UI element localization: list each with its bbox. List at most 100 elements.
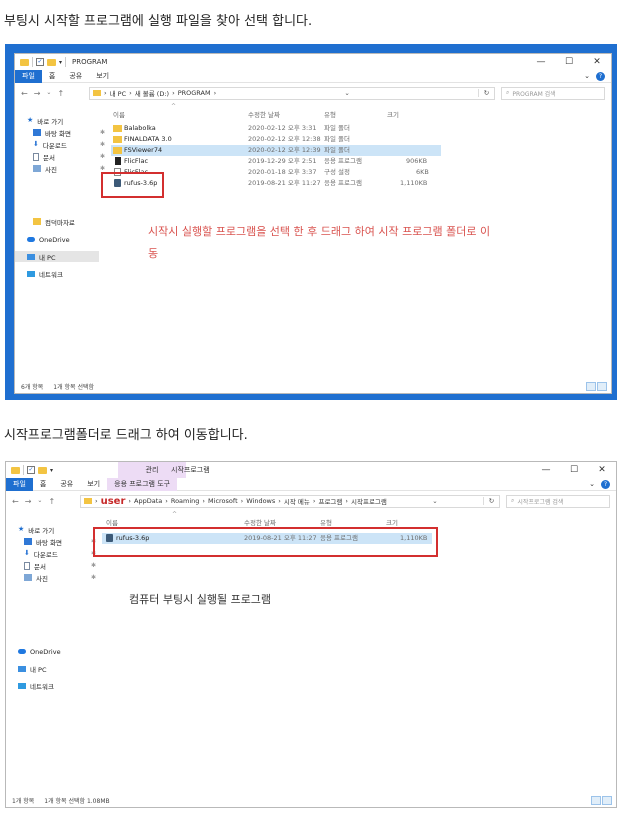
new-folder-icon[interactable]	[47, 58, 56, 66]
breadcrumb-item[interactable]: 내 PC	[110, 88, 127, 98]
file-row[interactable]: FINALDATA 3.0 2020-02-12 오후 12:38 파일 폴더	[111, 134, 441, 145]
back-arrow-icon[interactable]: ←	[21, 89, 28, 98]
maximize-button[interactable]: ☐	[555, 54, 583, 70]
breadcrumb-item[interactable]: AppData	[134, 497, 162, 505]
column-header-name[interactable]: 이름	[113, 109, 125, 120]
customize-arrow-icon[interactable]: ▾	[59, 59, 62, 66]
star-icon: ★	[27, 116, 34, 124]
large-icons-view-icon[interactable]	[597, 382, 607, 391]
properties-icon[interactable]: ✓	[27, 466, 35, 474]
folder-icon	[113, 147, 122, 154]
divider	[32, 57, 33, 67]
tab-file[interactable]: 파일	[15, 69, 42, 83]
breadcrumb-item[interactable]: PROGRAM	[178, 89, 211, 97]
breadcrumb-item[interactable]: Windows	[246, 497, 275, 505]
file-size: 6KB	[416, 168, 429, 176]
search-input[interactable]: ⌕ 시작프로그램 검색	[506, 494, 610, 508]
forward-arrow-icon[interactable]: →	[34, 89, 41, 98]
nav-item-desktop[interactable]: 바탕 화면 ✱	[6, 536, 102, 547]
tab-application-tools[interactable]: 응용 프로그램 도구	[107, 477, 178, 491]
tab-view[interactable]: 보기	[89, 70, 116, 83]
tab-home[interactable]: 홈	[42, 70, 62, 83]
nav-item-label: OneDrive	[39, 235, 70, 244]
breadcrumb-item[interactable]: 시작프로그램	[351, 496, 387, 506]
maximize-button[interactable]: ☐	[560, 462, 588, 478]
nav-item-network[interactable]: 네트워크	[15, 268, 111, 279]
column-header-type[interactable]: 유형	[324, 109, 336, 120]
breadcrumb-item[interactable]: Roaming	[171, 497, 200, 505]
breadcrumb-item-user[interactable]: user	[101, 496, 126, 507]
nav-item-label: 내 PC	[30, 665, 47, 674]
file-type: 응용 프로그램	[324, 157, 362, 165]
breadcrumb-item[interactable]: Microsoft	[208, 497, 238, 505]
file-row-selected[interactable]: FSViewer74 2020-02-12 오후 12:39 파일 폴더	[111, 145, 441, 156]
address-bar[interactable]: › 내 PC › 새 볼륨 (D:) › PROGRAM › ⌄ ↻	[89, 86, 495, 100]
expand-ribbon-icon[interactable]: ⌄	[584, 72, 590, 80]
search-input[interactable]: ⌕ PROGRAM 검색	[501, 86, 605, 100]
expand-ribbon-icon[interactable]: ⌄	[589, 480, 595, 488]
nav-item-documents[interactable]: 문서 ✱	[6, 560, 102, 571]
breadcrumb-item[interactable]: 프로그램	[318, 496, 342, 506]
folder-icon[interactable]	[11, 466, 20, 474]
file-name: Balabolka	[124, 124, 156, 132]
breadcrumb-item[interactable]: 새 볼륨 (D:)	[135, 88, 169, 98]
nav-item-this-pc[interactable]: 내 PC	[15, 251, 99, 262]
file-row[interactable]: Balabolka 2020-02-12 오후 3:31 파일 폴더	[111, 123, 441, 134]
tab-file[interactable]: 파일	[6, 477, 33, 491]
pin-icon: ✱	[99, 129, 105, 136]
nav-item-label: 내 PC	[39, 253, 56, 262]
column-header-size[interactable]: 크기	[387, 109, 399, 120]
details-view-icon[interactable]	[586, 382, 596, 391]
refresh-icon[interactable]: ↻	[477, 89, 494, 97]
forward-arrow-icon[interactable]: →	[25, 497, 32, 506]
recent-locations-icon[interactable]: ⌄	[37, 497, 42, 506]
column-header-date[interactable]: 수정한 날짜	[248, 109, 280, 120]
nav-item-onedrive[interactable]: OneDrive	[15, 234, 111, 245]
refresh-icon[interactable]: ↻	[482, 497, 499, 505]
dropdown-arrow-icon[interactable]: ⌄	[427, 497, 443, 505]
details-view-icon[interactable]	[591, 796, 601, 805]
minimize-button[interactable]: —	[532, 462, 560, 478]
breadcrumb-item[interactable]: 시작 메뉴	[284, 496, 310, 506]
file-row[interactable]: FlicFlac 2019-12-29 오후 2:51 응용 프로그램 906K…	[111, 156, 441, 167]
chevron-right-icon: ›	[104, 89, 107, 97]
nav-item-pictures[interactable]: 사진 ✱	[15, 163, 111, 174]
customize-arrow-icon[interactable]: ▾	[50, 467, 53, 474]
nav-item-onedrive[interactable]: OneDrive	[6, 646, 102, 657]
nav-item-documents[interactable]: 문서 ✱	[15, 151, 111, 162]
nav-item-folder[interactable]: 컴덕마자료	[15, 216, 111, 227]
help-icon[interactable]: ?	[601, 479, 610, 489]
new-folder-icon[interactable]	[38, 466, 47, 474]
back-arrow-icon[interactable]: ←	[12, 497, 19, 506]
properties-icon[interactable]: ✓	[36, 58, 44, 66]
file-name: FSViewer74	[124, 146, 163, 154]
dropdown-arrow-icon[interactable]: ⌄	[339, 89, 355, 97]
large-icons-view-icon[interactable]	[602, 796, 612, 805]
nav-item-quick-access[interactable]: ★ 바로 가기	[6, 524, 102, 535]
up-arrow-icon[interactable]: ↑	[48, 497, 55, 506]
nav-item-this-pc[interactable]: 내 PC	[6, 663, 102, 674]
nav-item-pictures[interactable]: 사진 ✱	[6, 572, 102, 583]
folder-icon[interactable]	[20, 58, 29, 66]
recent-locations-icon[interactable]: ⌄	[46, 89, 51, 98]
minimize-button[interactable]: —	[527, 54, 555, 70]
nav-item-network[interactable]: 네트워크	[6, 680, 102, 691]
close-button[interactable]: ✕	[583, 54, 611, 70]
tab-share[interactable]: 공유	[53, 478, 80, 491]
tab-home[interactable]: 홈	[33, 478, 53, 491]
close-button[interactable]: ✕	[588, 462, 616, 478]
help-icon[interactable]: ?	[596, 71, 605, 81]
tab-view[interactable]: 보기	[80, 478, 107, 491]
file-type: 파일 폴더	[324, 124, 350, 132]
annotation-line: 시작시 실행할 프로그램을 선택 한 후 드래그 하여 시작 프로그램 폴더로 …	[148, 225, 491, 238]
nav-item-quick-access[interactable]: ★ 바로 가기	[15, 115, 111, 126]
up-arrow-icon[interactable]: ↑	[57, 89, 64, 98]
file-date: 2020-02-12 오후 12:38	[248, 135, 321, 143]
tab-share[interactable]: 공유	[62, 70, 89, 83]
address-bar[interactable]: › user › AppData › Roaming › Microsoft ›…	[80, 494, 500, 508]
nav-item-downloads[interactable]: ⬇ 다운로드 ✱	[6, 548, 102, 559]
nav-item-downloads[interactable]: ⬇ 다운로드 ✱	[15, 139, 111, 150]
nav-item-desktop[interactable]: 바탕 화면 ✱	[15, 127, 111, 138]
annotation-line: 동	[148, 247, 159, 260]
sort-arrow-icon: ^	[171, 103, 177, 110]
